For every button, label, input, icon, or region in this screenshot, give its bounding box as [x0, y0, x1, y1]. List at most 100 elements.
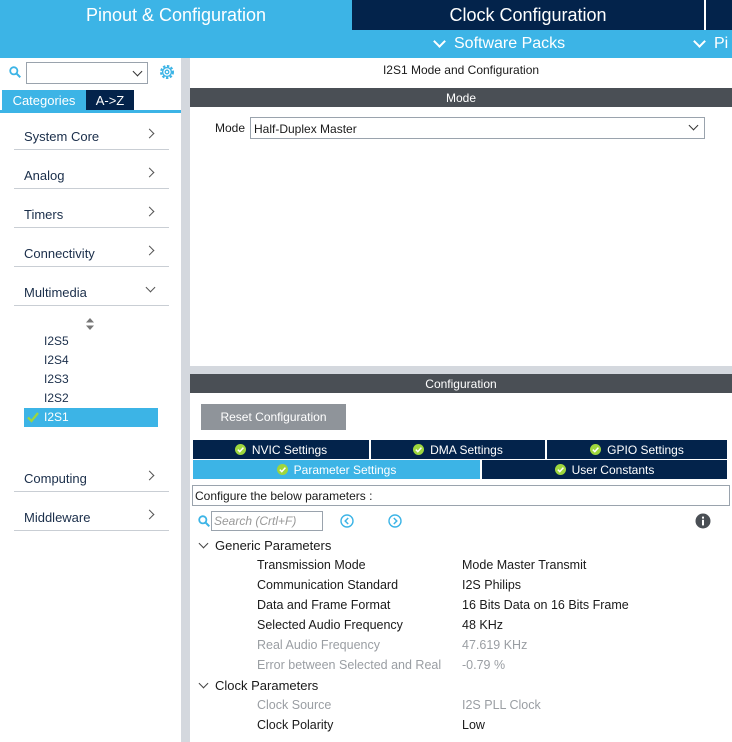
category-label: Computing	[24, 471, 87, 486]
category-label: System Core	[24, 129, 100, 144]
param-name: Communication Standard	[257, 578, 399, 592]
gear-icon[interactable]	[158, 63, 176, 81]
ok-status-icon	[413, 444, 425, 455]
peripheral-label: I2S3	[44, 372, 69, 386]
sub-menu-bar: Software Packs Pi	[0, 30, 732, 58]
category-system-core[interactable]: System Core	[14, 124, 169, 150]
reset-configuration-label: Reset Configuration	[220, 410, 327, 424]
param-name: Data and Frame Format	[257, 598, 391, 612]
param-value[interactable]: 48 KHz	[462, 618, 503, 632]
tab-more[interactable]	[704, 0, 732, 30]
param-value: 47.619 KHz	[462, 638, 528, 652]
category-timers[interactable]: Timers	[14, 202, 169, 228]
chevron-right-icon	[144, 245, 155, 256]
tab-a-z-label: A->Z	[95, 92, 125, 108]
tab-categories-label: Categories	[12, 92, 76, 108]
param-row[interactable]: Clock Polarity Low	[257, 718, 727, 736]
pinout-menu[interactable]: Pi	[693, 30, 729, 58]
category-analog[interactable]: Analog	[14, 163, 169, 189]
param-name: Transmission Mode	[257, 558, 366, 572]
software-packs-menu[interactable]: Software Packs	[433, 30, 566, 58]
ok-status-icon	[276, 464, 288, 475]
mode-select[interactable]: Half-Duplex Master	[250, 117, 705, 139]
tab-nvic-label: NVIC Settings	[251, 442, 328, 457]
category-connectivity[interactable]: Connectivity	[14, 241, 169, 267]
category-computing[interactable]: Computing	[14, 466, 169, 492]
pinout-menu-label: Pi	[714, 35, 729, 52]
tab-clock-configuration[interactable]: Clock Configuration	[354, 0, 702, 30]
category-label: Analog	[24, 168, 65, 183]
group-label: Generic Parameters	[215, 538, 332, 553]
configure-caption-text: Configure the below parameters :	[195, 489, 373, 503]
tab-categories[interactable]: Categories	[2, 90, 86, 110]
configuration-section-header: Configuration	[190, 374, 732, 393]
sort-icon[interactable]	[85, 318, 95, 330]
peripheral-item-i2s3[interactable]: I2S3	[24, 370, 158, 389]
software-packs-label: Software Packs	[454, 35, 566, 52]
param-name: Clock Polarity	[257, 718, 334, 732]
chevron-down-icon[interactable]	[688, 120, 699, 131]
param-row[interactable]: Communication Standard I2S Philips	[257, 578, 727, 596]
search-icon[interactable]	[198, 515, 210, 527]
param-row[interactable]: Transmission Mode Mode Master Transmit	[257, 558, 727, 576]
category-search-combo[interactable]	[26, 62, 148, 84]
param-name: Selected Audio Frequency	[257, 618, 403, 632]
tab-user-constants[interactable]: User Constants	[482, 460, 727, 479]
next-match-icon[interactable]	[388, 514, 402, 528]
mode-configuration-title: I2S1 Mode and Configuration	[382, 63, 540, 77]
group-generic-parameters[interactable]: Generic Parameters	[198, 538, 400, 556]
info-icon[interactable]	[695, 513, 711, 529]
tab-nvic-settings[interactable]: NVIC Settings	[193, 440, 369, 459]
param-value: I2S PLL Clock	[462, 698, 541, 712]
param-value[interactable]: Low	[462, 718, 485, 732]
param-name: Error between Selected and Real	[257, 658, 442, 672]
chevron-down-icon[interactable]	[132, 66, 143, 77]
ok-status-icon	[554, 464, 566, 475]
tab-clock-label: Clock Configuration	[449, 4, 607, 25]
tab-pinout-configuration[interactable]: Pinout & Configuration	[0, 0, 352, 30]
param-row: Error between Selected and Real -0.79 %	[257, 658, 727, 676]
ok-status-icon	[590, 444, 602, 455]
chevron-right-icon	[144, 128, 155, 139]
param-row: Clock Source I2S PLL Clock	[257, 698, 727, 716]
tab-parameter-settings[interactable]: Parameter Settings	[193, 460, 480, 479]
peripheral-label: I2S1	[44, 410, 69, 424]
tab-user-constants-label: User Constants	[571, 462, 655, 477]
parameter-search-input[interactable]: Search (Crtl+F)	[211, 511, 323, 531]
panel-divider-scrollbar[interactable]	[181, 58, 190, 742]
tab-dma-label: DMA Settings	[430, 442, 503, 457]
param-value[interactable]: 16 Bits Data on 16 Bits Frame	[462, 598, 629, 612]
chevron-down-icon[interactable]	[198, 678, 209, 689]
group-clock-parameters[interactable]: Clock Parameters	[198, 678, 400, 696]
param-row[interactable]: Selected Audio Frequency 48 KHz	[257, 618, 727, 636]
peripheral-item-i2s1[interactable]: I2S1	[24, 408, 158, 427]
tab-gpio-label: GPIO Settings	[607, 442, 684, 457]
previous-match-icon[interactable]	[340, 514, 354, 528]
peripheral-label: I2S4	[44, 353, 69, 367]
param-value[interactable]: Mode Master Transmit	[462, 558, 586, 572]
param-value[interactable]: I2S Philips	[462, 578, 521, 592]
category-label: Middleware	[24, 510, 91, 525]
mode-section-header: Mode	[190, 88, 732, 107]
tab-a-z[interactable]: A->Z	[86, 90, 134, 110]
tab-gpio-settings[interactable]: GPIO Settings	[547, 440, 727, 459]
param-name: Clock Source	[257, 698, 332, 712]
category-middleware[interactable]: Middleware	[14, 505, 169, 531]
section-splitter[interactable]	[190, 366, 732, 374]
peripheral-item-i2s4[interactable]: I2S4	[24, 351, 158, 370]
chevron-down-icon[interactable]	[198, 538, 209, 549]
param-row: Real Audio Frequency 47.619 KHz	[257, 638, 727, 656]
category-search-row	[0, 58, 181, 88]
search-icon[interactable]	[9, 66, 21, 78]
reset-configuration-button[interactable]: Reset Configuration	[201, 404, 346, 430]
param-row[interactable]: Data and Frame Format 16 Bits Data on 16…	[257, 598, 727, 616]
peripheral-item-i2s2[interactable]: I2S2	[24, 389, 158, 408]
configuration-header-label: Configuration	[425, 376, 497, 391]
ok-status-icon	[234, 444, 246, 455]
category-tabs: Categories A->Z	[2, 90, 134, 110]
check-icon	[27, 412, 39, 423]
tab-dma-settings[interactable]: DMA Settings	[371, 440, 545, 459]
category-label: Multimedia	[24, 285, 87, 300]
peripheral-item-i2s5[interactable]: I2S5	[24, 332, 158, 351]
category-multimedia[interactable]: Multimedia	[14, 280, 169, 306]
